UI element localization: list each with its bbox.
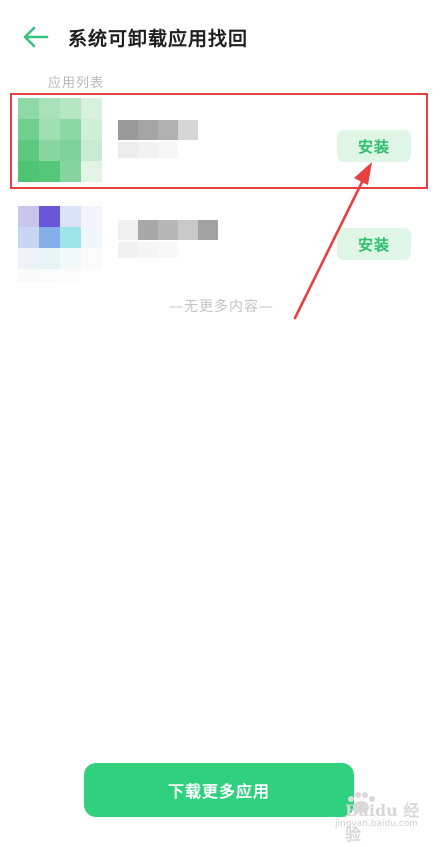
download-more-apps-button[interactable]: 下载更多应用 [84,763,354,817]
watermark-url: jingyan.baidu.com [335,819,419,829]
page-title: 系统可卸载应用找回 [68,28,249,50]
back-button[interactable] [22,25,50,49]
end-of-list-text: —无更多内容— [169,299,274,315]
app-icon-blurred [18,98,102,182]
app-desc-blurred [118,242,178,258]
arrow-left-icon [23,26,49,48]
watermark: Baidu 经验 jingyan.baidu.com [315,791,435,844]
app-name-blurred [118,220,218,240]
list-item: 安装 [0,200,443,296]
app-desc-blurred [118,142,178,158]
section-label: 应用列表 [48,76,105,91]
app-icon-blurred [18,206,102,282]
top-bar: 系统可卸载应用找回 [0,0,443,78]
install-button[interactable]: 安装 [337,228,411,260]
app-name-blurred [118,120,198,140]
list-item: 安装 [0,92,443,188]
install-button[interactable]: 安装 [337,130,411,162]
